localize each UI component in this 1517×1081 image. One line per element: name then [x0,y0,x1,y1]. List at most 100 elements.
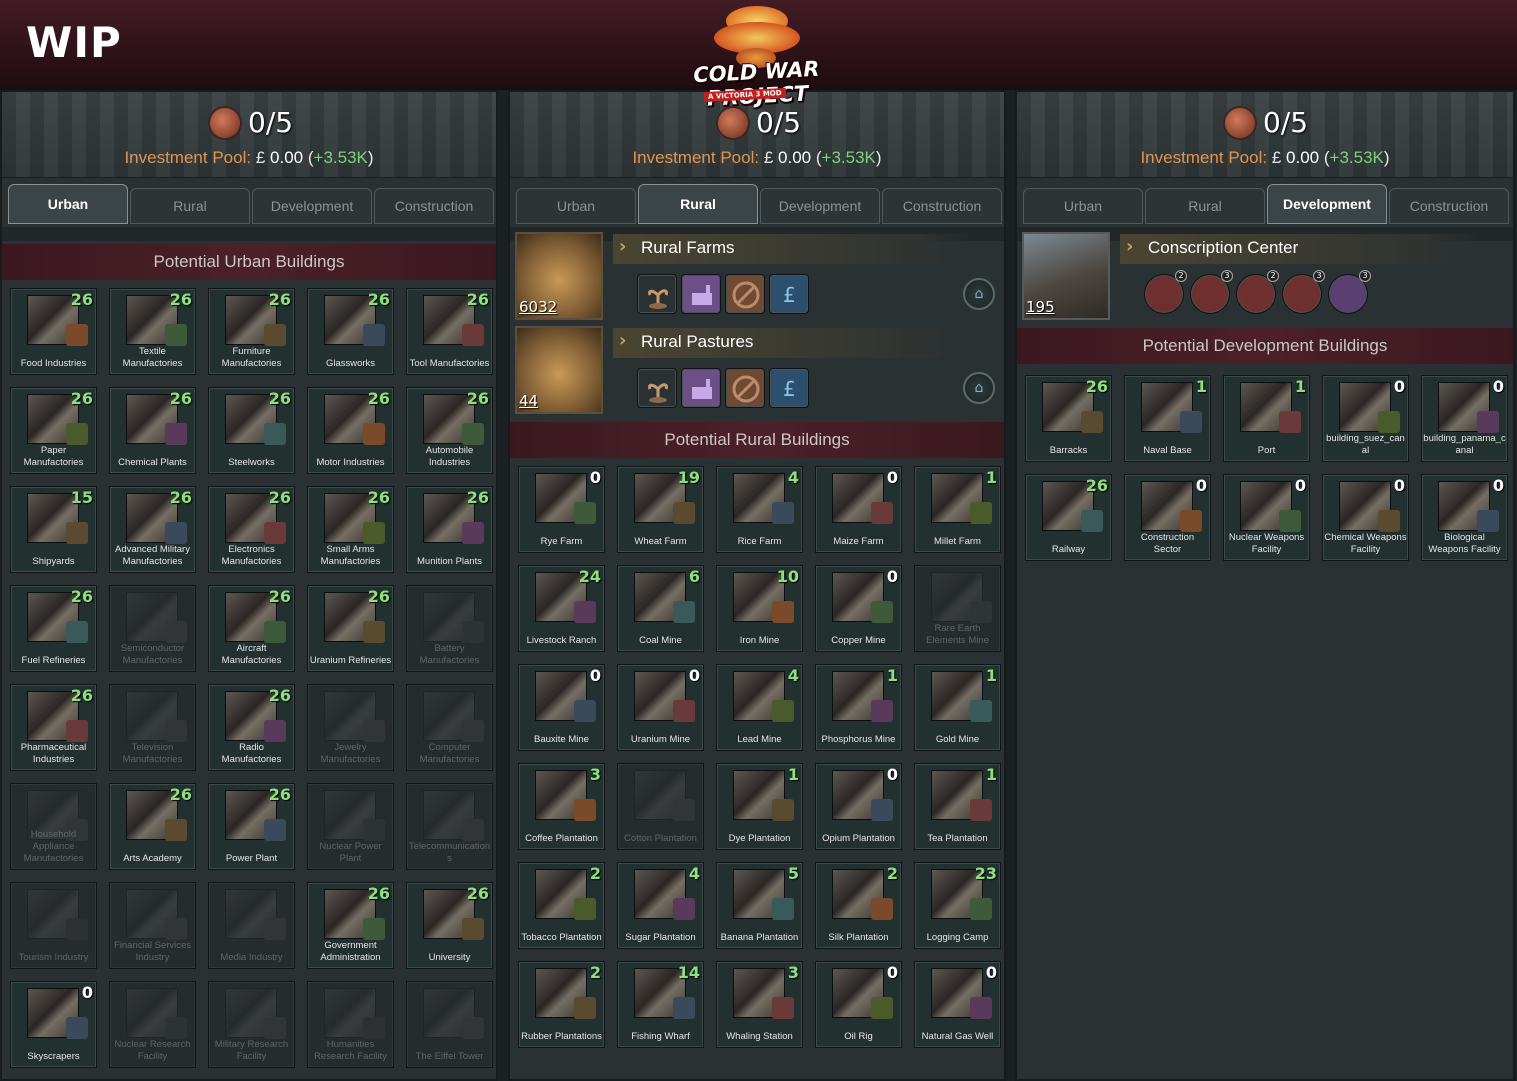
factory-icon[interactable] [681,368,721,408]
building-tile[interactable]: 26 Glassworks [307,288,394,375]
building-tile[interactable]: 0 Oil Rig [815,961,902,1048]
building-tile[interactable]: 3 Coffee Plantation [518,763,605,850]
building-tile[interactable]: 26 Steelworks [208,387,295,474]
building-tile[interactable]: 26 University [406,882,493,969]
sprout-icon[interactable] [637,368,677,408]
tab-urban[interactable]: Urban [516,188,636,224]
tab-rural[interactable]: Rural [638,184,758,224]
building-tile[interactable]: 15 Shipyards [10,486,97,573]
building-tile[interactable]: 26 Government Administration [307,882,394,969]
building-tile[interactable]: 10 Iron Mine [716,565,803,652]
building-tile[interactable]: 26 Power Plant [208,783,295,870]
building-tile[interactable]: 6 Coal Mine [617,565,704,652]
chemical-icon[interactable]: 3 [1328,270,1371,314]
building-tile[interactable]: 26 Pharmaceutical Industries [10,684,97,771]
building-tile[interactable]: 26 Railway [1025,474,1112,561]
pound-hand-icon[interactable]: £ [769,368,809,408]
building-tile[interactable]: 26 Electronics Manufactories [208,486,295,573]
building-tile[interactable]: 0 Biological Weapons Facility [1421,474,1508,561]
building-tile[interactable]: 24 Livestock Ranch [518,565,605,652]
building-tile[interactable]: 1 Dye Plantation [716,763,803,850]
building-tile[interactable]: 0 Chemical Weapons Facility [1322,474,1409,561]
building-tile[interactable]: 5 Banana Plantation [716,862,803,949]
building-tile[interactable]: 26 Barracks [1025,375,1112,462]
tab-construction[interactable]: Construction [374,188,494,224]
conscription-center-image[interactable]: 195 [1022,232,1110,320]
sprout-icon[interactable] [637,274,677,314]
group-title[interactable]: Rural Farms [641,238,735,258]
group-title[interactable]: Rural Pastures [641,332,753,352]
building-tile[interactable]: 0 building_panama_canal [1421,375,1508,462]
building-tile[interactable]: 0 Uranium Mine [617,664,704,751]
building-tile[interactable]: 0 Skyscrapers [10,981,97,1068]
building-tile[interactable]: 0 building_suez_canal [1322,375,1409,462]
building-tile[interactable]: 19 Wheat Farm [617,466,704,553]
building-tile[interactable]: 26 Automobile Industries [406,387,493,474]
no-infantry-icon[interactable]: 3 [1190,270,1233,314]
artillery-icon[interactable]: 3 [1282,270,1325,314]
building-tile[interactable]: 26 Aircraft Manufactories [208,585,295,672]
infantry-icon[interactable]: 2 [1144,270,1187,314]
tab-urban[interactable]: Urban [8,184,128,224]
tab-urban[interactable]: Urban [1023,188,1143,224]
building-tile[interactable]: 0 Opium Plantation [815,763,902,850]
group-conscription-center[interactable]: 195 › Conscription Center 2 3 2 3 3 [1022,232,1510,320]
tab-development[interactable]: Development [1267,184,1387,224]
building-tile[interactable]: 0 Construction Sector [1124,474,1211,561]
no-plow-icon[interactable] [725,368,765,408]
building-tile[interactable]: 26 Food Industries [10,288,97,375]
rural-pastures-image[interactable]: 44 [515,326,603,414]
building-tile[interactable]: 2 Tobacco Plantation [518,862,605,949]
building-tile[interactable]: 26 Munition Plants [406,486,493,573]
building-tile[interactable]: 1 Millet Farm [914,466,1001,553]
chevron-right-icon[interactable]: › [1126,236,1133,257]
building-tile[interactable]: 2 Rubber Plantations [518,961,605,1048]
building-tile[interactable]: 26 Radio Manufactories [208,684,295,771]
tab-development[interactable]: Development [760,188,880,224]
building-tile[interactable]: 26 Paper Manufactories [10,387,97,474]
tab-construction[interactable]: Construction [882,188,1002,224]
pound-hand-icon[interactable]: £ [769,274,809,314]
building-tile[interactable]: 26 Uranium Refineries [307,585,394,672]
rural-farms-image[interactable]: 6032 [515,232,603,320]
chevron-right-icon[interactable]: › [619,330,626,351]
building-tile[interactable]: 26 Chemical Plants [109,387,196,474]
building-tile[interactable]: 26 Tool Manufactories [406,288,493,375]
building-tile[interactable]: 1 Tea Plantation [914,763,1001,850]
building-tile[interactable]: 26 Arts Academy [109,783,196,870]
no-plow-icon[interactable] [725,274,765,314]
building-tile[interactable]: 26 Textile Manufactories [109,288,196,375]
building-tile[interactable]: 26 Small Arms Manufactories [307,486,394,573]
building-tile[interactable]: 0 Natural Gas Well [914,961,1001,1048]
building-tile[interactable]: 0 Nuclear Weapons Facility [1223,474,1310,561]
tab-construction[interactable]: Construction [1389,188,1509,224]
building-tile[interactable]: 1 Naval Base [1124,375,1211,462]
factory-icon[interactable] [681,274,721,314]
group-rural-farms[interactable]: 6032 › Rural Farms £ ⌂ [515,232,1003,320]
add-building-button[interactable]: ⌂ [963,372,995,404]
add-building-button[interactable]: ⌂ [963,278,995,310]
building-tile[interactable]: 4 Lead Mine [716,664,803,751]
tab-rural[interactable]: Rural [130,188,250,224]
building-tile[interactable]: 0 Rye Farm [518,466,605,553]
group-rural-pastures[interactable]: 44 › Rural Pastures £ ⌂ [515,326,1003,414]
building-tile[interactable]: 0 Maize Farm [815,466,902,553]
building-tile[interactable]: 1 Port [1223,375,1310,462]
building-tile[interactable]: 4 Sugar Plantation [617,862,704,949]
building-tile[interactable]: 26 Furniture Manufactories [208,288,295,375]
building-tile[interactable]: 4 Rice Farm [716,466,803,553]
chevron-right-icon[interactable]: › [619,236,626,257]
building-tile[interactable]: 2 Silk Plantation [815,862,902,949]
building-tile[interactable]: 1 Phosphorus Mine [815,664,902,751]
building-tile[interactable]: 14 Fishing Wharf [617,961,704,1048]
building-tile[interactable]: 0 Bauxite Mine [518,664,605,751]
building-tile[interactable]: 26 Motor Industries [307,387,394,474]
building-tile[interactable]: 26 Advanced Military Manufactories [109,486,196,573]
building-tile[interactable]: 3 Whaling Station [716,961,803,1048]
building-tile[interactable]: 1 Gold Mine [914,664,1001,751]
building-tile[interactable]: 23 Logging Camp [914,862,1001,949]
cavalry-icon[interactable]: 2 [1236,270,1279,314]
group-title[interactable]: Conscription Center [1148,238,1298,258]
tab-development[interactable]: Development [252,188,372,224]
building-tile[interactable]: 0 Copper Mine [815,565,902,652]
